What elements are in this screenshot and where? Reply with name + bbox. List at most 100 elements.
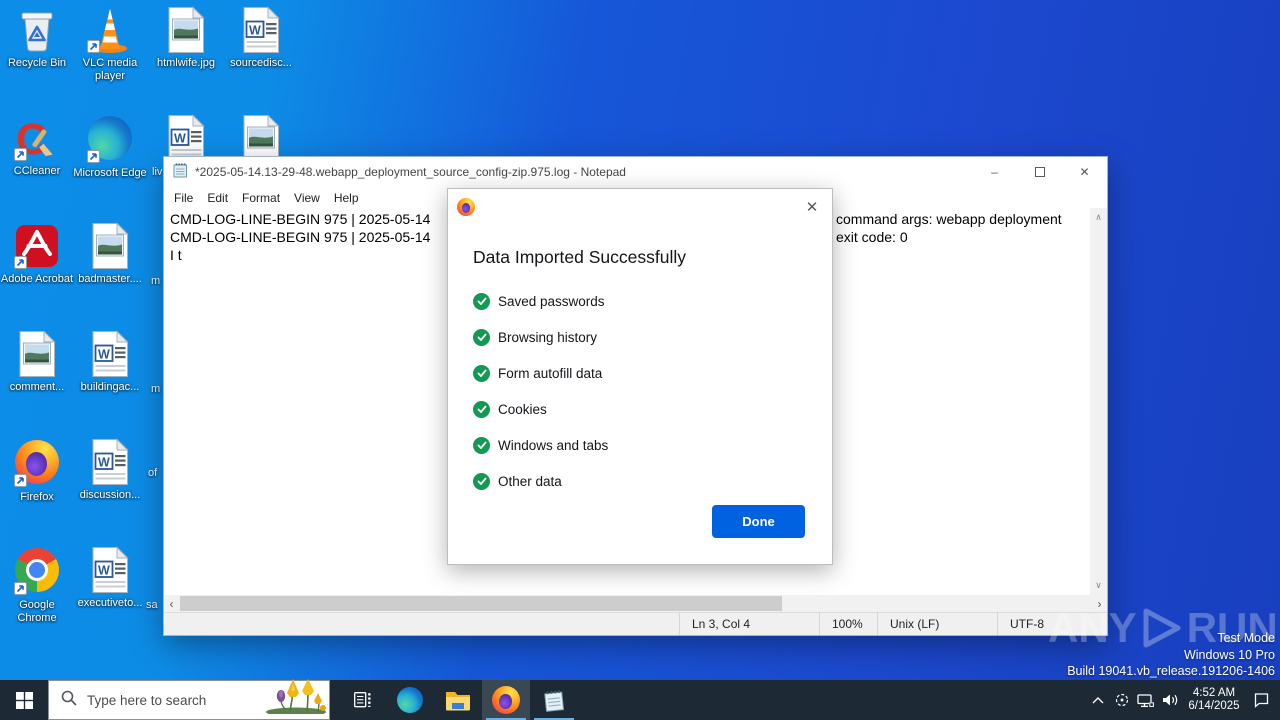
chrome-icon — [13, 548, 61, 596]
menu-format[interactable]: Format — [235, 189, 287, 207]
desktop-icon-image-file-7[interactable] — [223, 114, 299, 162]
imported-item-label: Other data — [498, 473, 562, 489]
desktop-icon-label: VLC media player — [82, 57, 138, 82]
word-file-icon: W — [86, 546, 134, 594]
firefox-icon — [492, 686, 520, 714]
image-file-icon — [13, 330, 61, 378]
search-input[interactable] — [87, 692, 247, 708]
taskbar-edge-button[interactable] — [386, 680, 434, 720]
desktop-icon-google-chrome[interactable]: Google Chrome — [0, 546, 75, 624]
notepad-icon — [544, 689, 565, 712]
notepad-window-title: *2025-05-14.13-29-48.webapp_deployment_s… — [195, 165, 626, 179]
desktop-icon-label-partial: sa — [146, 599, 158, 611]
search-icon — [61, 690, 77, 711]
svg-text:W: W — [98, 456, 110, 470]
dialog-title: Data Imported Successfully — [473, 247, 687, 267]
close-button[interactable]: ✕ — [1062, 157, 1107, 187]
shortcut-arrow-icon — [87, 40, 100, 53]
svg-text:W: W — [174, 132, 186, 146]
maximize-button[interactable] — [1017, 157, 1062, 187]
scroll-left-arrow-icon[interactable]: ‹ — [164, 595, 179, 612]
desktop-icon-firefox[interactable]: Firefox — [0, 438, 75, 504]
imported-item-row: Browsing history — [473, 319, 812, 355]
taskbar-clock[interactable]: 4:52 AM 6/14/2025 — [1182, 687, 1246, 713]
desktop-icon-sourcedisc[interactable]: Wsourcedisc... — [223, 6, 299, 70]
action-center-icon[interactable] — [1246, 680, 1276, 720]
shortcut-arrow-icon — [14, 256, 27, 269]
horizontal-scrollbar[interactable]: ‹ › — [164, 595, 1107, 612]
desktop-icon-comment[interactable]: comment... — [0, 330, 75, 394]
desktop-icon-label: executiveto... — [77, 597, 143, 609]
desktop-icon-htmlwife-jpg[interactable]: htmlwife.jpg — [148, 6, 224, 70]
network-icon[interactable] — [1134, 680, 1158, 720]
acrobat-icon — [13, 222, 61, 270]
maximize-icon — [1034, 167, 1045, 177]
taskbar-search-box[interactable] — [48, 679, 330, 720]
task-view-button[interactable] — [338, 680, 386, 720]
desktop-background[interactable]: Recycle Bin VLC media player htmlwife.jpg W… — [0, 0, 1280, 720]
desktop-icon-ccleaner[interactable]: C CCleaner — [0, 114, 75, 178]
desktop-icon-label: buildingac... — [80, 381, 140, 393]
task-view-icon — [353, 692, 370, 708]
minimize-button[interactable]: – — [972, 157, 1017, 187]
notepad-status-bar: Ln 3, Col 4 100% Unix (LF) UTF-8 — [164, 612, 1107, 635]
status-line-col: Ln 3, Col 4 — [679, 613, 819, 635]
watermark-line: Windows 10 Pro — [1183, 647, 1275, 662]
dialog-close-icon[interactable]: ✕ — [801, 196, 823, 218]
desktop-icon-vlc-media-player[interactable]: VLC media player — [72, 6, 148, 82]
imported-item-label: Form autofill data — [498, 365, 603, 381]
desktop-icon-executiveto[interactable]: Wexecutiveto... — [72, 546, 148, 610]
imported-item-label: Saved passwords — [498, 293, 605, 309]
menu-file[interactable]: File — [167, 189, 200, 207]
desktop-icon-word-file-6[interactable]: W — [148, 114, 224, 162]
check-icon — [473, 328, 490, 346]
check-icon — [473, 364, 490, 382]
check-icon — [473, 292, 490, 310]
desktop-icon-discussion[interactable]: Wdiscussion... — [72, 438, 148, 502]
desktop-icon-label: badmaster.... — [78, 273, 142, 285]
file-explorer-icon — [446, 691, 470, 710]
imported-item-row: Windows and tabs — [473, 427, 812, 463]
horizontal-scroll-thumb[interactable] — [180, 596, 782, 611]
menu-edit[interactable]: Edit — [200, 189, 235, 207]
scroll-right-arrow-icon[interactable]: › — [1092, 595, 1107, 612]
tray-chevron-up-icon[interactable] — [1086, 680, 1110, 720]
desktop-icon-label: Firefox — [20, 491, 54, 503]
desktop-icon-buildingac[interactable]: Wbuildingac... — [72, 330, 148, 394]
anyrun-play-icon — [1143, 608, 1181, 648]
desktop-icon-label: CCleaner — [13, 165, 61, 177]
watermark-run-text: RUN — [1186, 604, 1278, 651]
log-line-right: command args: webapp deployment — [836, 211, 1062, 227]
desktop-icon-recycle-bin[interactable]: Recycle Bin — [0, 6, 75, 70]
windows-logo-icon — [15, 691, 33, 709]
scroll-up-arrow-icon[interactable]: ∧ — [1095, 212, 1102, 223]
tray-agent-icon[interactable] — [1110, 680, 1134, 720]
desktop-icon-label: comment... — [9, 381, 65, 393]
vertical-scrollbar[interactable]: ∧ ∨ — [1090, 208, 1107, 595]
imported-item-row: Other data — [473, 463, 812, 499]
desktop-icon-microsoft-edge[interactable]: Microsoft Edge — [72, 114, 148, 180]
clock-time: 4:52 AM — [1192, 687, 1236, 699]
dialog-item-list: Saved passwords Browsing history Form auto… — [473, 283, 812, 499]
desktop-icon-label-partial: liv — [152, 166, 163, 178]
check-icon — [473, 400, 490, 418]
edge-icon — [86, 116, 134, 164]
notepad-title-bar[interactable]: *2025-05-14.13-29-48.webapp_deployment_s… — [164, 157, 1107, 187]
desktop-icon-label-partial: of — [148, 467, 158, 479]
desktop-icon-badmaster[interactable]: badmaster.... — [72, 222, 148, 286]
start-button[interactable] — [0, 680, 48, 720]
scroll-down-arrow-icon[interactable]: ∨ — [1095, 580, 1102, 591]
done-button[interactable]: Done — [712, 505, 805, 538]
menu-help[interactable]: Help — [327, 189, 366, 207]
check-icon — [473, 472, 490, 490]
taskbar-notepad-button[interactable] — [530, 680, 578, 720]
clock-date: 6/14/2025 — [1188, 700, 1240, 712]
menu-view[interactable]: View — [287, 189, 327, 207]
taskbar-file-explorer-button[interactable] — [434, 680, 482, 720]
desktop-icon-adobe-acrobat[interactable]: Adobe Acrobat — [0, 222, 75, 286]
taskbar-buttons — [338, 680, 578, 720]
volume-icon[interactable] — [1158, 680, 1182, 720]
firefox-icon — [457, 198, 475, 216]
svg-text:W: W — [98, 348, 110, 362]
taskbar-firefox-button[interactable] — [482, 680, 530, 720]
